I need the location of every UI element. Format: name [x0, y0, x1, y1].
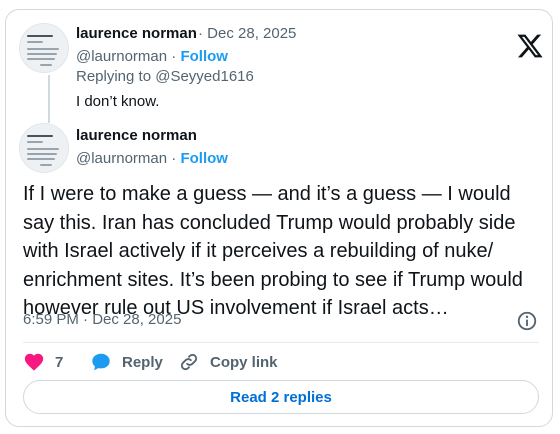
- main-author-avatar[interactable]: [19, 123, 69, 173]
- main-author-name[interactable]: laurence norman: [76, 127, 197, 144]
- read-replies-button[interactable]: Read 2 replies: [23, 380, 539, 414]
- tweet-timestamp[interactable]: 6:59 PM · Dec 28, 2025: [23, 311, 181, 328]
- read-replies-label: Read 2 replies: [230, 388, 332, 406]
- copy-link-button[interactable]: Copy link: [178, 350, 278, 374]
- thread-connector-line: [48, 75, 50, 123]
- meta-separator: ·: [171, 48, 177, 65]
- embedded-tweet-card: laurence norman · Dec 28, 2025 @laurnorm…: [5, 9, 553, 427]
- reply-handle[interactable]: @laurnorman: [76, 48, 167, 65]
- follow-button-main[interactable]: Follow: [180, 150, 228, 167]
- x-logo-icon[interactable]: [516, 32, 544, 60]
- info-icon[interactable]: [516, 310, 538, 332]
- actions-divider: [23, 342, 539, 343]
- main-tweet-text: If I were to make a guess — and it’s a g…: [23, 183, 523, 319]
- reply-date-text[interactable]: Dec 28, 2025: [207, 25, 296, 42]
- main-handle[interactable]: @laurnorman: [76, 150, 167, 167]
- meta-separator: ·: [198, 25, 203, 42]
- reply-handle-row: @laurnorman · Follow: [76, 48, 228, 65]
- like-count: 7: [55, 353, 64, 371]
- main-handle-row: @laurnorman · Follow: [76, 150, 228, 167]
- reply-date[interactable]: · Dec 28, 2025: [198, 25, 296, 42]
- reply-author-name[interactable]: laurence norman: [76, 25, 197, 42]
- reply-button[interactable]: Reply: [90, 350, 163, 374]
- copy-link-label: Copy link: [210, 353, 278, 371]
- reply-label: Reply: [122, 353, 163, 371]
- follow-button[interactable]: Follow: [180, 48, 228, 65]
- reply-author-avatar[interactable]: [19, 23, 69, 73]
- reply-bubble-icon: [92, 353, 110, 371]
- link-icon: [180, 353, 198, 371]
- reply-tweet-text: I don’t know.: [76, 93, 160, 110]
- replying-to-text[interactable]: Replying to @Seyyed1616: [76, 68, 254, 85]
- meta-separator: ·: [171, 150, 177, 167]
- like-button[interactable]: 7: [23, 350, 63, 374]
- heart-icon: [24, 353, 44, 371]
